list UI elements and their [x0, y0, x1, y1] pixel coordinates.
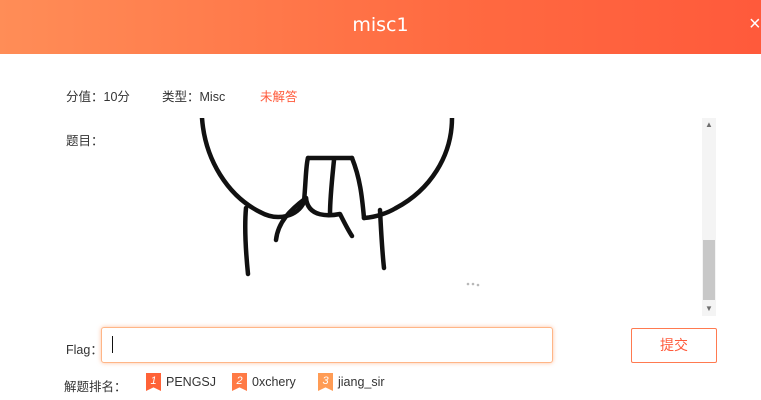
- rank-badge-icon: 1: [146, 373, 161, 391]
- ranking-user: 0xchery: [252, 375, 296, 389]
- submit-button[interactable]: 提交: [631, 328, 717, 363]
- text-caret: [112, 336, 113, 353]
- cartoon-sketch-icon: [199, 118, 480, 287]
- close-icon[interactable]: ×: [749, 13, 761, 35]
- flag-input[interactable]: [101, 327, 553, 363]
- scroll-thumb[interactable]: [703, 240, 715, 300]
- scroll-up-icon[interactable]: ▲: [702, 118, 716, 132]
- type-text: 类型：Misc: [162, 90, 226, 104]
- rank-badge-icon: 3: [318, 373, 333, 391]
- ranking-entry[interactable]: 2 0xchery: [232, 373, 296, 391]
- ranking-user: jiang_sir: [338, 375, 385, 389]
- score-text: 分值：10分: [66, 90, 130, 104]
- question-label: 题目：: [66, 134, 104, 148]
- ranking-entry[interactable]: 1 PENGSJ: [146, 373, 216, 391]
- challenge-dialog: misc1 × 分值：10分 类型：Misc 未解答 题目： ▲ ▼ Flag：…: [0, 0, 761, 400]
- ranking-entry[interactable]: 3 jiang_sir: [318, 373, 385, 391]
- ranking-label: 解题排名：: [64, 380, 127, 394]
- ranking-user: PENGSJ: [166, 375, 217, 389]
- rank-badge-icon: 2: [232, 373, 247, 391]
- content-scrollbar[interactable]: ▲ ▼: [702, 118, 716, 316]
- dialog-title: misc1: [352, 14, 409, 36]
- status-badge: 未解答: [260, 90, 298, 104]
- scroll-down-icon[interactable]: ▼: [702, 302, 716, 316]
- question-image: [190, 118, 510, 314]
- flag-label: Flag：: [66, 343, 103, 357]
